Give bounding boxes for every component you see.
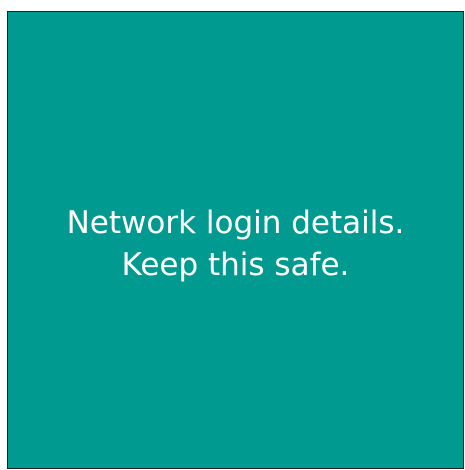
tile-message: Network login details. Keep this safe. — [67, 202, 405, 286]
tile-message-line-1: Network login details. — [66, 205, 405, 241]
tile-message-line-2: Keep this safe. — [121, 247, 350, 283]
info-tile: Network login details. Keep this safe. — [7, 11, 464, 469]
